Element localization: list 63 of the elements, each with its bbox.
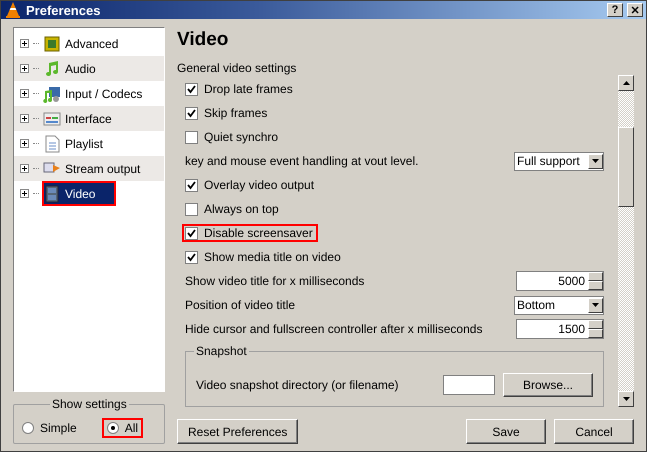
category-icon (43, 84, 61, 102)
section-title: General video settings (177, 61, 298, 75)
up-arrow-icon[interactable] (622, 81, 630, 85)
browse-button[interactable]: Browse... (503, 373, 593, 397)
expand-icon[interactable] (20, 64, 29, 73)
checkbox-label: Always on top (204, 202, 279, 216)
checkbox[interactable] (185, 178, 198, 192)
tree-item[interactable]: Advanced (43, 32, 164, 55)
save-button[interactable]: Save (466, 419, 546, 444)
cancel-button[interactable]: Cancel (554, 419, 634, 444)
expand-icon[interactable] (20, 189, 29, 198)
checkbox[interactable] (185, 82, 198, 96)
category-icon (43, 34, 61, 52)
checkbox[interactable] (185, 226, 198, 240)
category-icon (43, 184, 61, 202)
expand-icon[interactable] (20, 89, 29, 98)
expand-icon[interactable] (20, 139, 29, 148)
expand-icon[interactable] (20, 39, 29, 48)
setting-label: key and mouse event handling at vout level. (185, 154, 420, 168)
traffic-cone-icon (4, 1, 22, 19)
down-arrow-icon[interactable] (592, 303, 599, 307)
close-button[interactable]: ✕ (627, 3, 643, 17)
checkbox-label: Show media title on video (204, 250, 341, 264)
spin-buttons-icon[interactable] (588, 272, 603, 290)
checkbox-label: Drop late frames (204, 82, 293, 96)
checkbox[interactable] (185, 130, 198, 144)
help-button[interactable]: ? (607, 3, 623, 17)
checkbox[interactable] (185, 250, 198, 264)
scrollbar[interactable] (618, 75, 634, 407)
tree-item[interactable]: Playlist (43, 132, 164, 155)
expand-icon[interactable] (20, 114, 29, 123)
panel-title: Video (177, 29, 230, 51)
tree-item[interactable]: Video (43, 182, 115, 205)
checkbox[interactable] (185, 106, 198, 120)
number-field[interactable]: 1500 (516, 319, 604, 339)
setting-label: Position of video title (185, 298, 296, 312)
down-arrow-icon[interactable] (622, 397, 630, 401)
group-title: Snapshot (194, 344, 249, 358)
number-field[interactable]: 5000 (516, 271, 604, 291)
dropdown[interactable]: Full support (514, 152, 604, 170)
window-title: Preferences (26, 2, 102, 18)
radio-option[interactable]: All (102, 419, 142, 437)
reset-button[interactable]: Reset Preferences (177, 419, 298, 444)
input-field[interactable] (443, 375, 495, 395)
checkbox[interactable] (185, 202, 198, 216)
radio-option[interactable]: Simple (18, 419, 81, 437)
tree-item[interactable]: Input / Codecs (43, 82, 164, 105)
scrollbar-thumb[interactable] (618, 127, 634, 207)
down-arrow-icon[interactable] (592, 159, 599, 163)
group-title: Show settings (50, 397, 129, 411)
spin-buttons-icon[interactable] (588, 320, 603, 338)
checkbox-label: Disable screensaver (204, 226, 313, 240)
setting-label: Show video title for x milliseconds (185, 274, 366, 288)
checkbox-label: Quiet synchro (204, 130, 278, 144)
checkbox-label: Overlay video output (204, 178, 314, 192)
expand-icon[interactable] (20, 164, 29, 173)
setting-label: Video snapshot directory (or filename) (196, 378, 400, 392)
checkbox-label: Skip frames (204, 106, 268, 120)
category-icon (43, 60, 61, 78)
category-icon (43, 134, 61, 152)
dropdown[interactable]: Bottom (514, 296, 604, 314)
category-icon (43, 110, 61, 128)
setting-label: Hide cursor and fullscreen controller after x milliseconds (185, 322, 484, 336)
